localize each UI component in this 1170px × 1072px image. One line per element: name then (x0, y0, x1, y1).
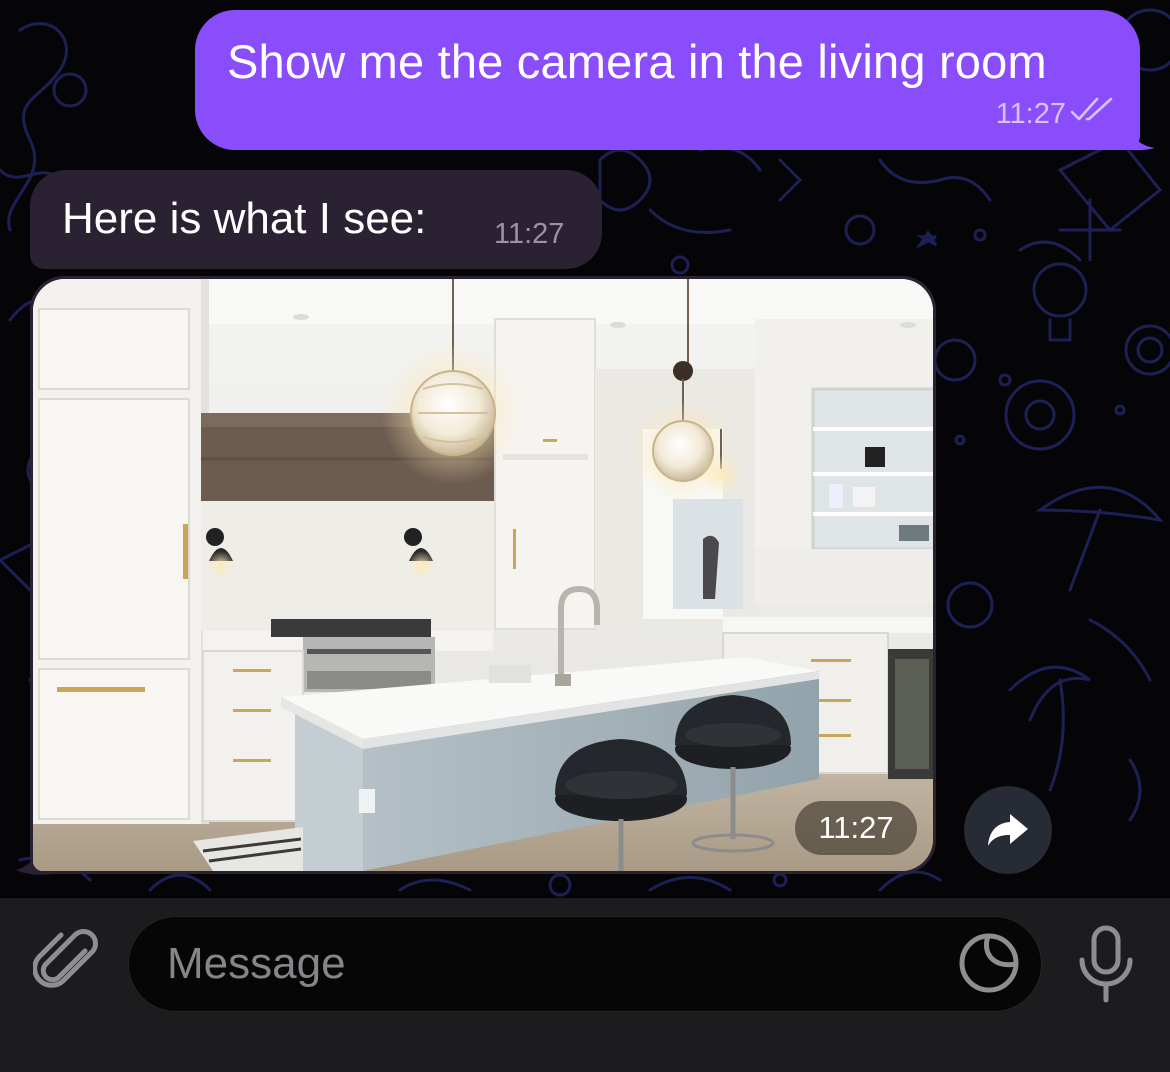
kitchen-photo-illustration (33, 279, 933, 871)
paperclip-icon (33, 929, 98, 988)
incoming-message-bubble[interactable]: Here is what I see: 11:27 (30, 170, 602, 269)
sticker-icon (959, 933, 1019, 993)
microphone-button[interactable] (1066, 922, 1146, 1006)
attach-button[interactable] (26, 922, 106, 1002)
forward-button[interactable] (964, 786, 1052, 874)
outgoing-message-time: 11:27 (995, 97, 1066, 130)
outgoing-message-bubble[interactable]: Show me the camera in the living room 11… (195, 10, 1140, 150)
outgoing-message-meta: 11:27 (996, 96, 1114, 132)
kitchen-photo[interactable]: 11:27 (33, 279, 933, 871)
outgoing-message-text: Show me the camera in the living room (227, 35, 1047, 88)
message-input-container[interactable] (128, 916, 1042, 1012)
forward-arrow-icon (988, 814, 1028, 846)
sticker-button[interactable] (956, 930, 1022, 996)
photo-message-bubble[interactable]: 11:27 (30, 276, 936, 874)
double-check-icon (1070, 96, 1114, 132)
chat-background: Show me the camera in the living room 11… (0, 0, 1170, 898)
incoming-message-text: Here is what I see: (62, 194, 427, 243)
incoming-message-time: 11:27 (494, 218, 565, 250)
message-input[interactable] (167, 931, 947, 997)
microphone-icon (1079, 925, 1133, 1003)
photo-message-time: 11:27 (795, 801, 917, 855)
